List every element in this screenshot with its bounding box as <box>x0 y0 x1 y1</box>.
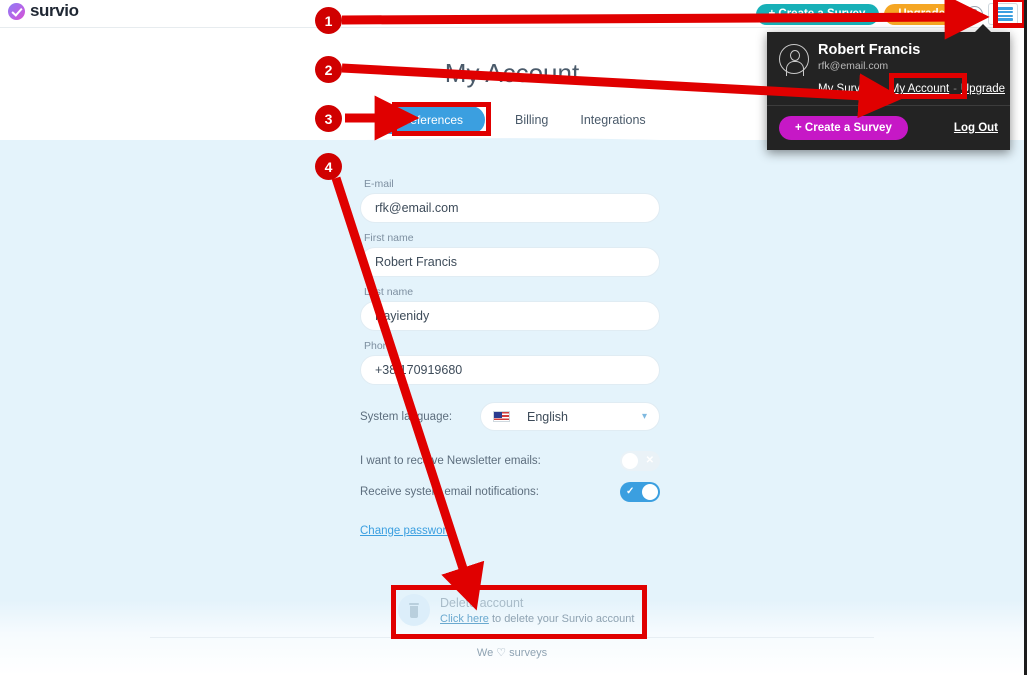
footer: We ♡ surveys <box>0 646 1024 659</box>
avatar <box>779 44 809 76</box>
system-notifications-toggle[interactable]: ✓ <box>620 482 660 502</box>
language-label: System language: <box>360 410 453 423</box>
system-notifications-toggle-label: Receive system email notifications: <box>360 486 539 498</box>
tab-integrations[interactable]: Integrations <box>578 107 647 133</box>
phone-label: Phone <box>364 340 395 352</box>
phone-field[interactable]: +38 170919680 <box>360 355 660 385</box>
chevron-down-icon: ▾ <box>641 411 647 422</box>
annotation-step-3: 3 <box>315 105 342 132</box>
toggle-knob <box>642 484 658 500</box>
footer-text-before: We <box>476 647 497 659</box>
email-label: E-mail <box>364 178 394 190</box>
language-row: System language: English ▾ <box>360 402 660 431</box>
heart-icon: ♡ <box>496 647 507 659</box>
dropdown-actions: + Create a Survey Log Out <box>767 105 1010 150</box>
dropdown-user-email: rfk@email.com <box>818 60 889 72</box>
upgrade-button[interactable]: Upgrade <box>884 3 959 25</box>
toggle-knob <box>622 453 638 469</box>
change-password-link[interactable]: Change password <box>360 525 453 537</box>
top-bar: survio + Create a Survey Upgrade ? <box>0 0 1024 28</box>
last-name-field[interactable]: Kayienidy <box>360 301 660 331</box>
logo-text: survio <box>30 1 79 20</box>
dropdown-create-survey-button[interactable]: + Create a Survey <box>779 116 908 140</box>
email-field[interactable]: rfk@email.com <box>360 193 660 223</box>
newsletter-toggle[interactable]: ✕ <box>620 451 660 471</box>
browser-viewport: survio + Create a Survey Upgrade ? Rober… <box>0 0 1027 675</box>
first-name-label: First name <box>364 232 414 244</box>
annotation-highlight-delete-account <box>391 585 647 639</box>
help-icon[interactable]: ? <box>966 5 983 23</box>
survio-check-icon <box>8 2 25 20</box>
annotation-highlight-preferences <box>392 102 491 136</box>
annotation-highlight-hamburger <box>993 0 1024 28</box>
dropdown-link-upgrade[interactable]: Upgrade <box>961 83 1005 95</box>
toggle-mark: ✕ <box>645 455 654 466</box>
newsletter-toggle-row: I want to receive Newsletter emails: ✕ <box>360 451 660 471</box>
last-name-label: Last name <box>364 286 414 298</box>
tab-billing[interactable]: Billing <box>513 107 550 133</box>
annotation-step-2: 2 <box>315 56 342 83</box>
us-flag-icon <box>493 411 510 422</box>
dropdown-user-name: Robert Francis <box>818 42 921 58</box>
toggle-mark: ✓ <box>626 486 635 497</box>
annotation-step-1: 1 <box>315 7 342 34</box>
dropdown-user: Robert Francis rfk@email.com <box>779 42 998 76</box>
system-notifications-toggle-row: Receive system email notifications: ✓ <box>360 482 660 502</box>
create-survey-button[interactable]: + Create a Survey <box>756 3 880 25</box>
logout-link[interactable]: Log Out <box>954 122 998 134</box>
footer-text-after: surveys <box>506 647 548 659</box>
preferences-form: E-mail rfk@email.com First name Robert F… <box>360 178 660 539</box>
dropdown-separator: - <box>882 83 886 95</box>
language-select[interactable]: English ▾ <box>480 402 660 431</box>
survio-logo[interactable]: survio <box>8 1 79 21</box>
language-value: English <box>527 409 568 424</box>
first-name-field[interactable]: Robert Francis <box>360 247 660 277</box>
dropdown-link-my-surveys[interactable]: My Surveys <box>818 83 878 95</box>
annotation-highlight-my-account <box>889 73 967 99</box>
annotation-step-4: 4 <box>315 153 342 180</box>
newsletter-toggle-label: I want to receive Newsletter emails: <box>360 455 541 467</box>
